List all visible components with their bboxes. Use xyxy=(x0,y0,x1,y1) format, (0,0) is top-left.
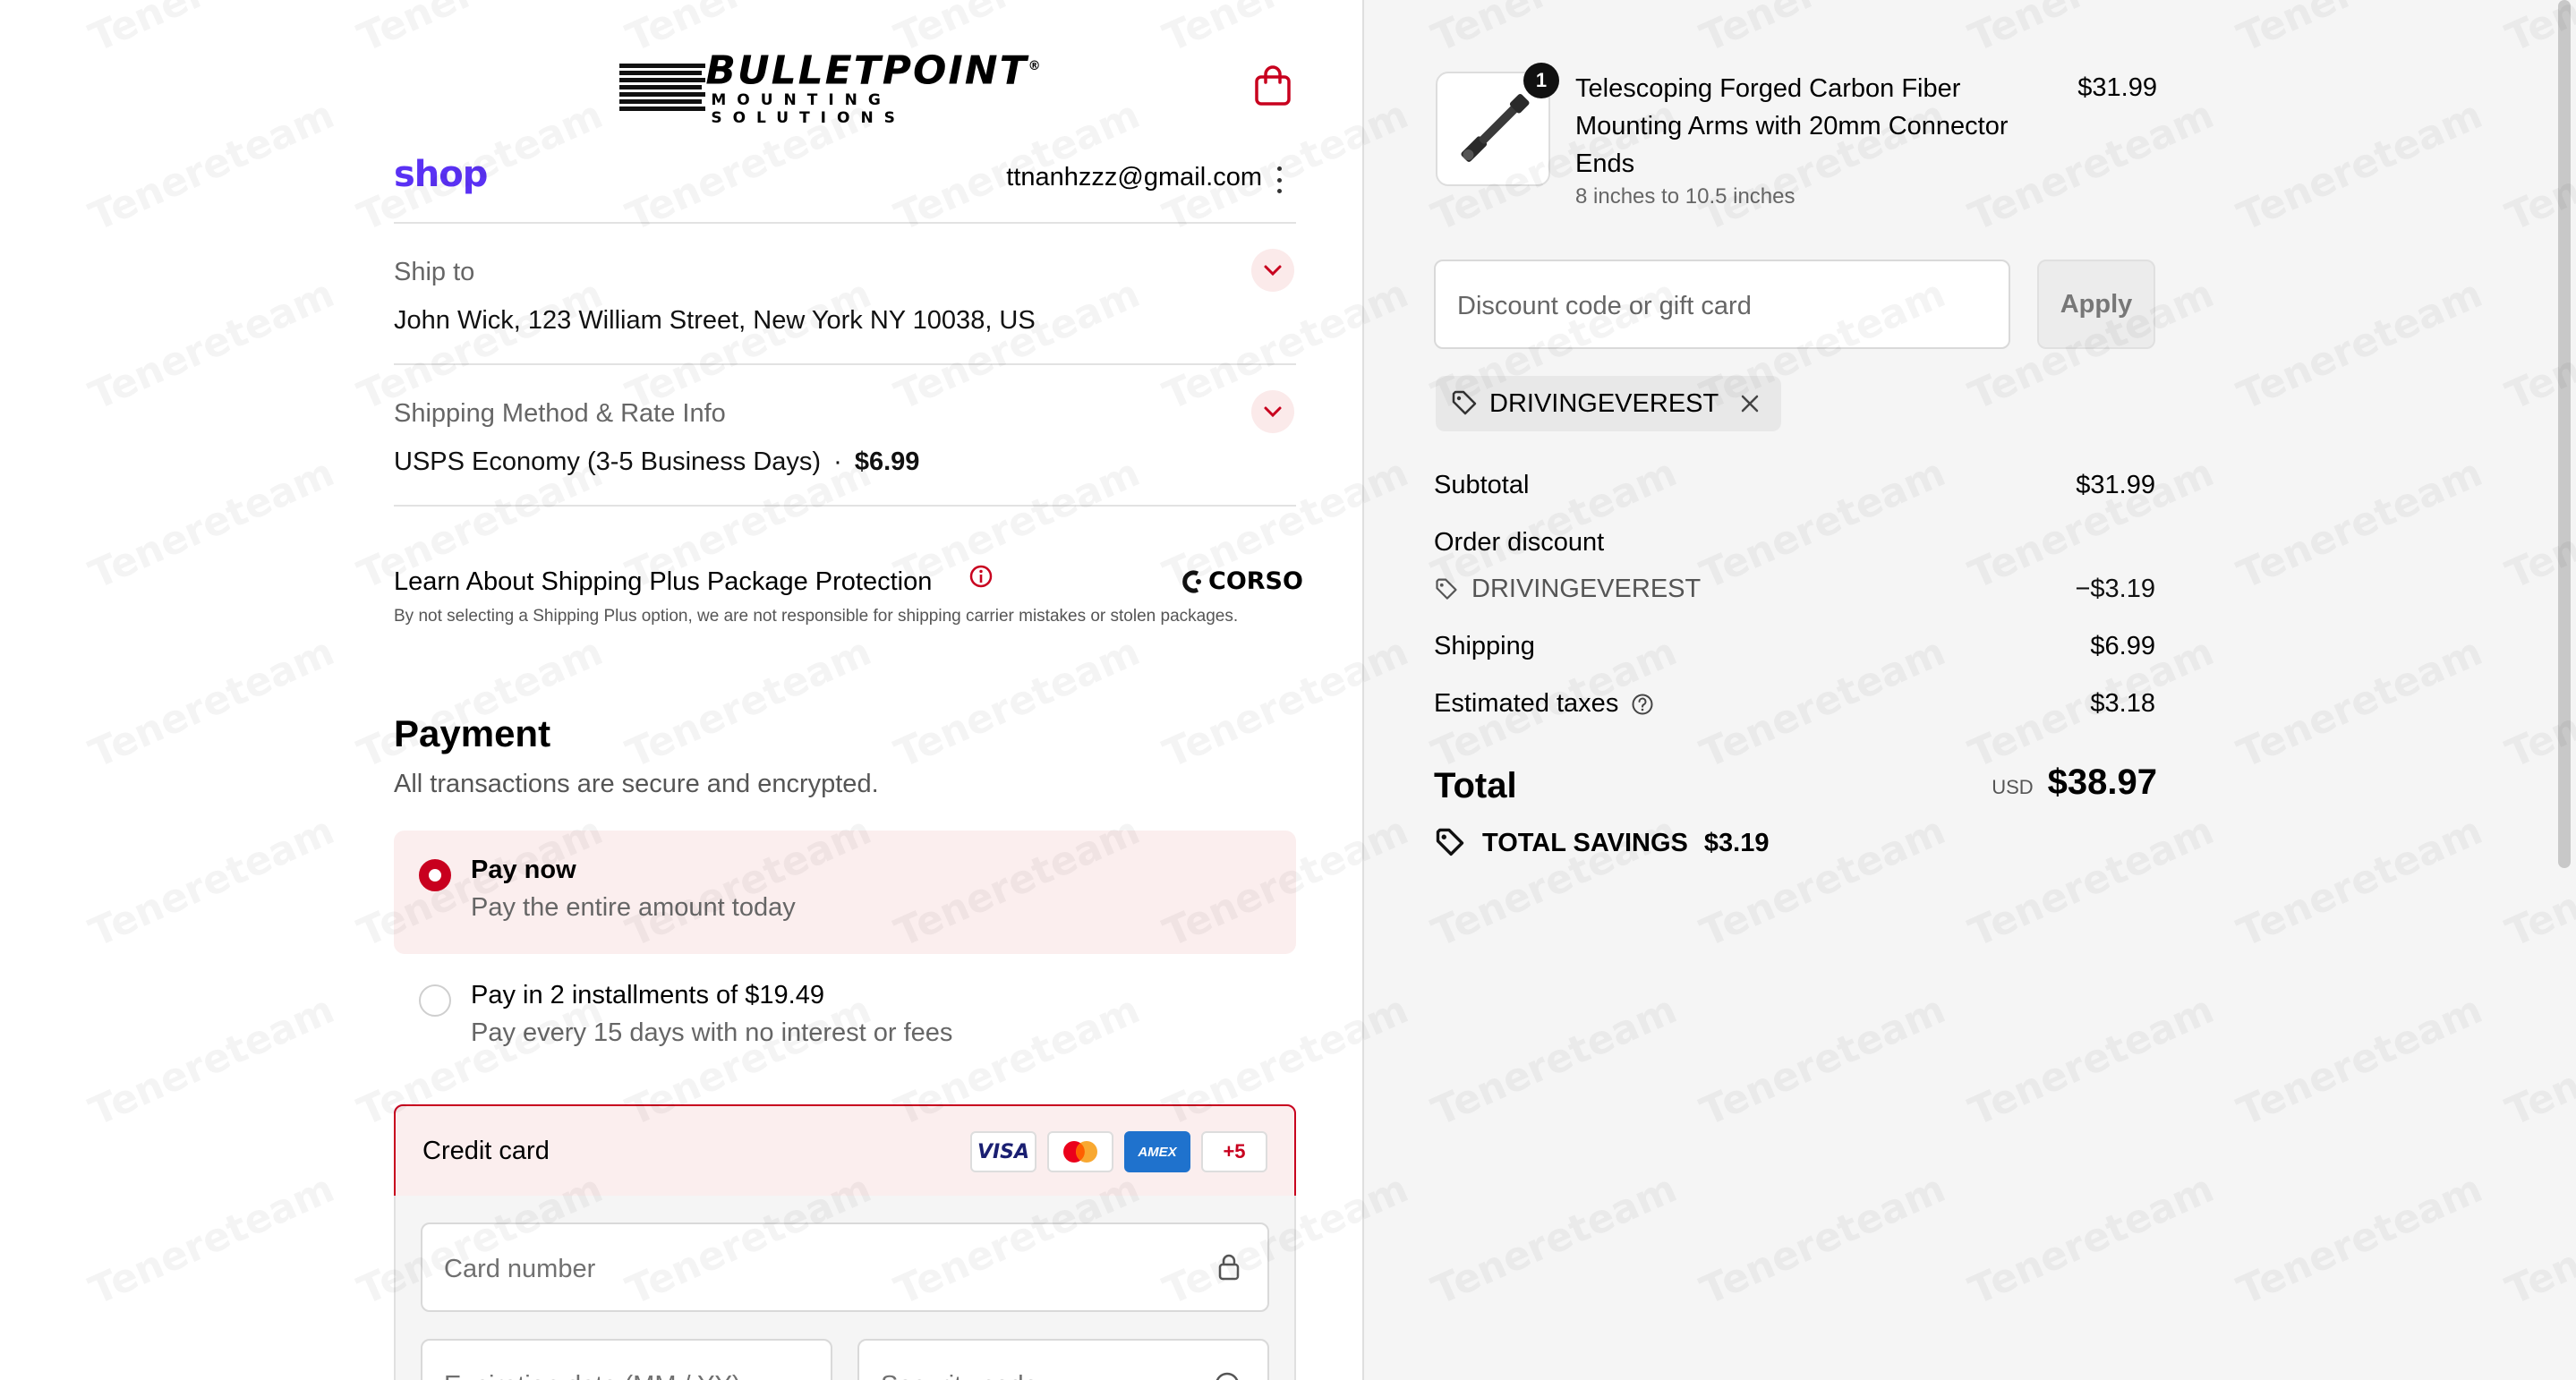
divider xyxy=(394,505,1296,507)
shipping-value: $6.99 xyxy=(2090,632,2155,660)
shipping-method-price: $6.99 xyxy=(854,447,920,476)
credit-card-label: Credit card xyxy=(422,1137,550,1165)
pay-now-option[interactable]: Pay now Pay the entire amount today xyxy=(394,831,1296,954)
chevron-down-icon xyxy=(1264,406,1282,418)
total-value: $38.97 xyxy=(2047,762,2157,802)
amex-icon: AMEX xyxy=(1124,1131,1190,1172)
ship-to-label: Ship to xyxy=(394,258,475,286)
payment-subtitle: All transactions are secure and encrypte… xyxy=(394,770,879,798)
payment-title: Payment xyxy=(394,712,551,754)
savings-value: $3.19 xyxy=(1703,828,1770,857)
apply-button[interactable]: Apply xyxy=(2037,260,2155,349)
total-label: Total xyxy=(1434,766,1517,805)
shipping-label: Shipping xyxy=(1434,632,1535,660)
help-icon[interactable] xyxy=(1631,693,1654,716)
total-amount: USD $38.97 xyxy=(1992,762,2157,803)
shipping-method-label: Shipping Method & Rate Info xyxy=(394,399,726,428)
account-email: ttnanhzzz@gmail.com xyxy=(1006,163,1262,192)
protection-note: By not selecting a Shipping Plus option,… xyxy=(394,607,1239,626)
registered-mark: ® xyxy=(1028,59,1043,74)
corso-logo: CORSO xyxy=(1180,567,1303,595)
savings-tag-icon xyxy=(1436,828,1464,856)
discount-placeholder: Discount code or gift card xyxy=(1457,292,1752,320)
visa-icon: VISA xyxy=(970,1131,1036,1172)
lock-icon xyxy=(1218,1254,1240,1281)
checkout-main: BULLETPOINT® MOUNTING SOLUTIONS shop ttn… xyxy=(0,0,1362,1380)
total-savings: TOTAL SAVINGS $3.19 xyxy=(1434,827,1769,859)
total-currency: USD xyxy=(1992,776,2034,798)
flag-icon xyxy=(619,62,705,112)
card-form: Card number Expiration date (MM / YY) Se… xyxy=(394,1196,1296,1380)
divider xyxy=(394,222,1296,224)
credit-card-option[interactable]: Credit card VISA AMEX +5 xyxy=(394,1104,1296,1197)
quantity-badge: 1 xyxy=(1523,63,1559,98)
product-name: Telescoping Forged Carbon Fiber Mounting… xyxy=(1575,74,2009,178)
card-number-field[interactable]: Card number xyxy=(421,1222,1269,1312)
security-code-placeholder: Security code xyxy=(881,1371,1038,1380)
shipping-method-expand-button[interactable] xyxy=(1251,390,1294,433)
tag-icon xyxy=(1452,390,1477,415)
product-price: $31.99 xyxy=(2077,73,2157,102)
discount-code-input[interactable]: Discount code or gift card xyxy=(1434,260,2010,349)
info-icon[interactable] xyxy=(968,564,994,589)
corso-mark-icon xyxy=(1182,570,1201,592)
order-discount-label: Order discount xyxy=(1434,528,1605,557)
mastercard-icon xyxy=(1047,1131,1113,1172)
product-variant: 8 inches to 10.5 inches xyxy=(1575,184,1796,209)
close-icon[interactable] xyxy=(1738,392,1761,415)
applied-code: DRIVINGEVEREST xyxy=(1489,388,1719,418)
pay-now-radio[interactable] xyxy=(419,859,451,891)
tag-icon xyxy=(1436,578,1457,600)
taxes-label: Estimated taxes xyxy=(1434,689,1619,718)
option-subtitle: Pay the entire amount today xyxy=(471,893,796,922)
protection-link[interactable]: Learn About Shipping Plus Package Protec… xyxy=(394,567,932,597)
security-code-field[interactable]: Security code xyxy=(857,1339,1269,1380)
scrollbar[interactable] xyxy=(2558,0,2571,868)
card-brands: VISA AMEX +5 xyxy=(970,1131,1267,1172)
option-title: Pay in 2 installments of $19.49 xyxy=(471,981,824,1009)
corso-brand: CORSO xyxy=(1208,567,1303,595)
discount-code: DRIVINGEVEREST xyxy=(1471,575,1702,603)
expiry-field[interactable]: Expiration date (MM / YY) xyxy=(421,1339,832,1380)
discount-value: −$3.19 xyxy=(2075,575,2155,603)
option-subtitle: Pay every 15 days with no interest or fe… xyxy=(471,1018,953,1047)
ship-to-expand-button[interactable] xyxy=(1251,249,1294,292)
order-discount-row: Order discount xyxy=(1434,528,2155,558)
subtotal-row: Subtotal $31.99 xyxy=(1434,471,2155,500)
applied-discount-chip: DRIVINGEVEREST xyxy=(1436,376,1782,431)
subtotal-value: $31.99 xyxy=(2076,471,2155,499)
option-title: Pay now xyxy=(471,856,576,884)
divider xyxy=(394,363,1296,365)
shop-pay-logo: shop xyxy=(394,154,488,195)
expiry-placeholder: Expiration date (MM / YY) xyxy=(444,1371,740,1380)
card-number-placeholder: Card number xyxy=(444,1255,596,1283)
ship-to-address: John Wick, 123 William Street, New York … xyxy=(394,306,1036,335)
brand-logo[interactable]: BULLETPOINT® MOUNTING SOLUTIONS xyxy=(619,51,1070,127)
installments-option[interactable]: Pay in 2 installments of $19.49 Pay ever… xyxy=(394,956,1296,1079)
shipping-method-value: USPS Economy (3-5 Business Days) · $6.99 xyxy=(394,447,919,477)
discount-code-row: DRIVINGEVEREST −$3.19 xyxy=(1434,575,2155,604)
help-icon[interactable] xyxy=(1214,1371,1241,1380)
brand-name: BULLETPOINT xyxy=(705,47,1028,94)
subtotal-label: Subtotal xyxy=(1434,471,1530,499)
installments-radio[interactable] xyxy=(419,984,451,1017)
savings-label: TOTAL SAVINGS xyxy=(1482,828,1688,857)
taxes-value: $3.18 xyxy=(2090,689,2155,718)
chevron-down-icon xyxy=(1264,265,1282,277)
taxes-row: Estimated taxes $3.18 xyxy=(1434,689,2155,719)
shopping-bag-icon[interactable] xyxy=(1253,64,1292,106)
shipping-row: Shipping $6.99 xyxy=(1434,632,2155,661)
shipping-method-name: USPS Economy (3-5 Business Days) xyxy=(394,447,822,476)
brand-tagline: MOUNTING SOLUTIONS xyxy=(711,90,906,127)
more-cards-badge: +5 xyxy=(1201,1131,1267,1172)
separator: · xyxy=(833,447,842,476)
more-options-icon[interactable] xyxy=(1275,166,1284,193)
